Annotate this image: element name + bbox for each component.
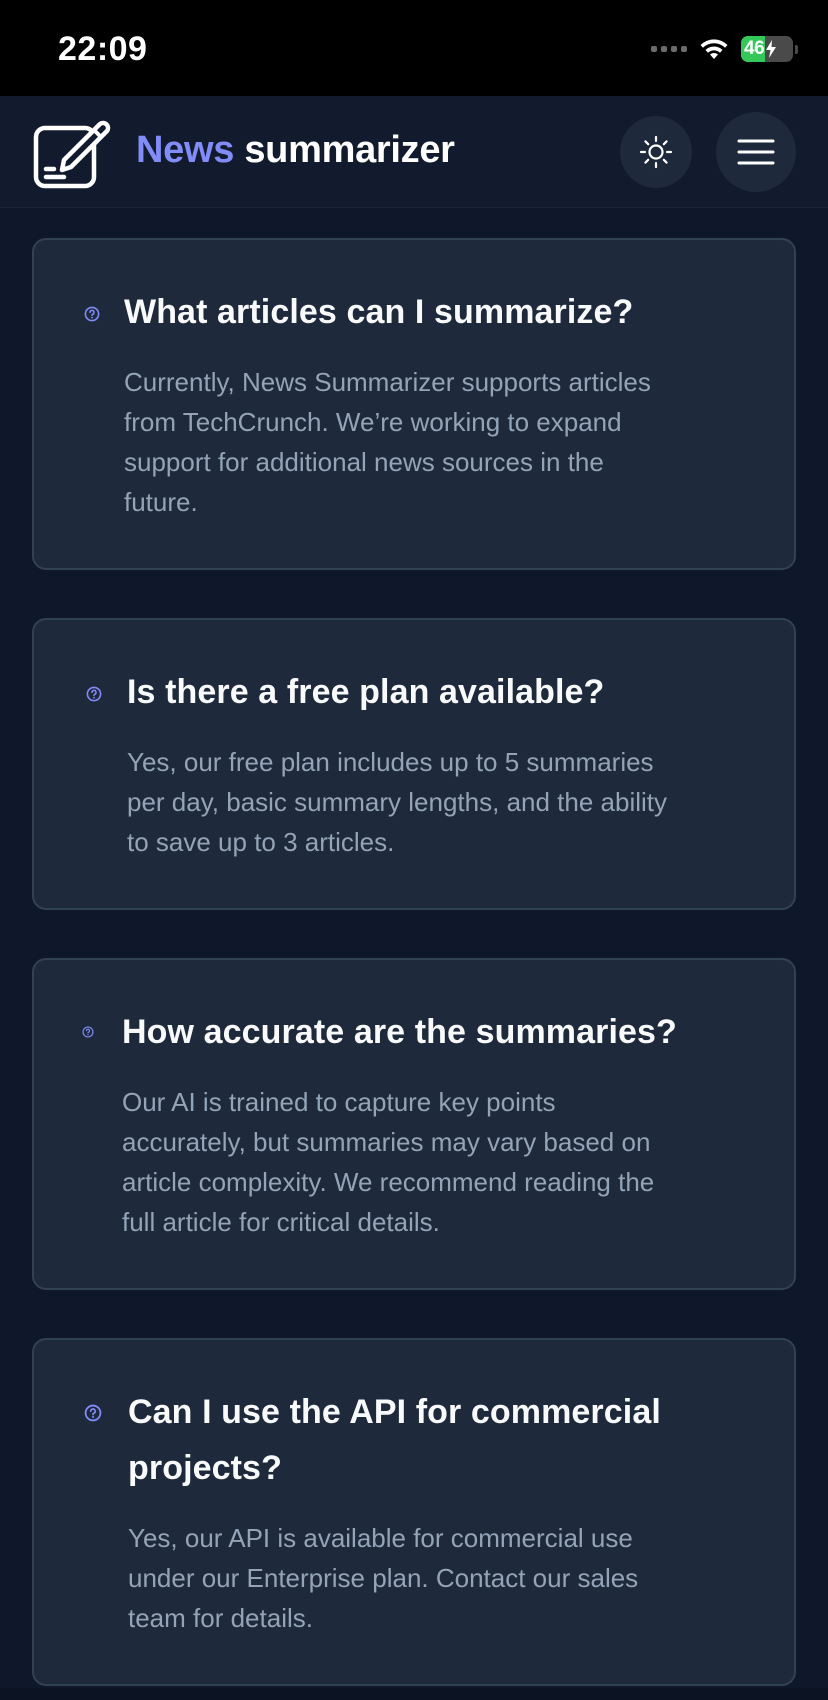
faq-answer-line: accurately, but summaries may vary based…: [122, 1127, 651, 1157]
faq-answer: Yes, our API is available for commercial…: [128, 1518, 638, 1638]
faq-answer: Yes, our free plan includes up to 5 summ…: [127, 742, 667, 862]
faq-answer-line: to save up to 3 articles.: [127, 827, 395, 857]
app-header: News summarizer: [0, 96, 828, 208]
faq-answer-line: Yes, our free plan includes up to 5 summ…: [127, 747, 654, 777]
question-circle-icon: [86, 686, 102, 702]
question-circle-icon: [84, 306, 100, 322]
question-circle-icon: [84, 1404, 102, 1422]
charging-bolt-icon: [766, 40, 777, 58]
page-bottom-edge: [0, 1688, 828, 1700]
faq-question[interactable]: Can I use the API for commercial project…: [128, 1384, 661, 1496]
hamburger-menu-icon: [737, 139, 775, 165]
faq-answer-line: per day, basic summary lengths, and the …: [127, 787, 668, 817]
faq-card: Can I use the API for commercial project…: [32, 1338, 796, 1686]
faq-question[interactable]: What articles can I summarize?: [124, 284, 633, 340]
wifi-icon: [700, 39, 728, 59]
faq-answer: Our AI is trained to capture key points …: [122, 1082, 654, 1242]
faq-answer-line: team for details.: [128, 1603, 313, 1633]
faq-answer-line: full article for critical details.: [122, 1207, 440, 1237]
brand-first-word: News: [136, 129, 235, 171]
question-circle-icon: [82, 1026, 94, 1038]
theme-toggle-button[interactable]: [620, 116, 692, 188]
faq-question[interactable]: Is there a free plan available?: [127, 664, 604, 720]
sun-icon: [639, 135, 673, 169]
faq-card: Is there a free plan available? Yes, our…: [32, 618, 796, 910]
faq-answer-line: Currently, News Summarizer supports arti…: [124, 367, 651, 397]
battery-icon: 46: [741, 36, 793, 62]
battery-cap: [795, 44, 798, 54]
faq-answer: Currently, News Summarizer supports arti…: [124, 362, 651, 522]
faq-answer-line: article complexity. We recommend reading…: [122, 1167, 655, 1197]
faq-answer-line: future.: [124, 487, 198, 517]
cellular-signal-icon: [651, 46, 687, 52]
faq-answer-line: Our AI is trained to capture key points: [122, 1087, 556, 1117]
faq-answer-line: Yes, our API is available for commercial…: [128, 1523, 633, 1553]
brand-second-word: summarizer: [244, 129, 455, 171]
faq-card: How accurate are the summaries? Our AI i…: [32, 958, 796, 1290]
faq-card: What articles can I summarize? Currently…: [32, 238, 796, 570]
edit-document-icon[interactable]: [32, 114, 112, 190]
faq-question-line: Can I use the API for commercial: [128, 1393, 661, 1431]
faq-answer-line: support for additional news sources in t…: [124, 447, 604, 477]
faq-answer-line: from TechCrunch. We’re working to expand: [124, 407, 622, 437]
brand-title[interactable]: News summarizer: [136, 129, 455, 172]
status-indicators: 46: [651, 34, 798, 64]
status-bar: 22:09 46: [0, 0, 828, 96]
faq-question-line: projects?: [128, 1449, 282, 1487]
status-time: 22:09: [58, 30, 148, 68]
faq-question[interactable]: How accurate are the summaries?: [122, 1004, 677, 1060]
faq-answer-line: under our Enterprise plan. Contact our s…: [128, 1563, 639, 1593]
battery-percent: 46: [744, 38, 765, 59]
menu-button[interactable]: [716, 112, 796, 192]
